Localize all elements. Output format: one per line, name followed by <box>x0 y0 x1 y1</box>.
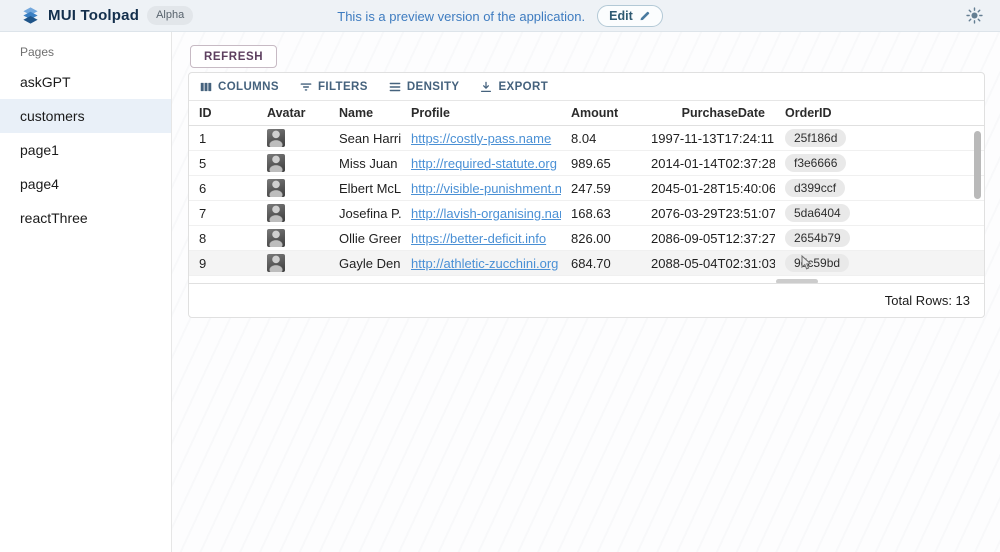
toolpad-logo-icon <box>20 6 40 26</box>
table-row[interactable]: 9 Gayle Den... http://athletic-zucchini.… <box>189 251 984 276</box>
alpha-badge: Alpha <box>147 6 193 25</box>
filters-button[interactable]: FILTERS <box>299 80 368 94</box>
cell-avatar <box>257 254 329 272</box>
profile-link[interactable]: http://athletic-zucchini.org <box>411 256 558 271</box>
edit-button-label: Edit <box>609 9 633 23</box>
cell-avatar <box>257 129 329 147</box>
cell-avatar <box>257 229 329 247</box>
orderid-chip[interactable]: d399ccf <box>785 179 845 197</box>
sidebar-item-customers[interactable]: customers <box>0 99 171 133</box>
cell-amount: 247.59 <box>561 181 641 196</box>
profile-link[interactable]: https://costly-pass.name <box>411 131 551 146</box>
column-header-row: ID Avatar Name Profile Amount PurchaseDa… <box>189 100 984 126</box>
column-header-name[interactable]: Name <box>329 106 401 120</box>
cell-purchasedate: 1997-11-13T17:24:11.769Z <box>641 131 775 146</box>
cell-name: Elbert McL... <box>329 181 401 196</box>
sidebar-item-page4[interactable]: page4 <box>0 167 171 201</box>
orderid-chip[interactable]: 2654b79 <box>785 229 850 247</box>
total-rows-label: Total Rows: 13 <box>885 293 970 308</box>
avatar-image <box>267 229 285 247</box>
vertical-scrollbar[interactable] <box>974 131 981 199</box>
profile-link[interactable]: http://lavish-organising.name <box>411 206 561 221</box>
grid-footer: Total Rows: 13 <box>189 283 984 317</box>
cell-id: 6 <box>189 181 257 196</box>
cell-avatar <box>257 179 329 197</box>
cell-name: Gayle Den... <box>329 256 401 271</box>
columns-button[interactable]: COLUMNS <box>199 80 279 94</box>
refresh-button[interactable]: REFRESH <box>190 45 277 68</box>
cell-id: 8 <box>189 231 257 246</box>
sidebar-item-page1[interactable]: page1 <box>0 133 171 167</box>
cell-id: 9 <box>189 256 257 271</box>
avatar-image <box>267 129 285 147</box>
sidebar-section-label: Pages <box>0 32 171 65</box>
data-grid-toolbar: COLUMNS FILTERS DENSITY EXPORT <box>189 73 984 100</box>
avatar-image <box>267 154 285 172</box>
avatar-image <box>267 179 285 197</box>
cell-amount: 989.65 <box>561 156 641 171</box>
cell-avatar <box>257 204 329 222</box>
orderid-chip[interactable]: 25f186d <box>785 129 846 147</box>
cell-purchasedate: 2088-05-04T02:31:03.294Z <box>641 256 775 271</box>
cell-id: 1 <box>189 131 257 146</box>
cell-amount: 684.70 <box>561 256 641 271</box>
cell-amount: 8.04 <box>561 131 641 146</box>
main-content: REFRESH COLUMNS FILTERS DENSITY <box>172 32 1000 552</box>
cell-id: 7 <box>189 206 257 221</box>
sidebar-item-reactthree[interactable]: reactThree <box>0 201 171 235</box>
column-header-profile[interactable]: Profile <box>401 106 561 120</box>
customers-data-grid: COLUMNS FILTERS DENSITY EXPORT <box>188 72 985 318</box>
sidebar: Pages askGPT customers page1 page4 react… <box>0 32 172 552</box>
table-row[interactable]: 6 Elbert McL... http://visible-punishmen… <box>189 176 984 201</box>
sidebar-item-askgpt[interactable]: askGPT <box>0 65 171 99</box>
column-header-avatar[interactable]: Avatar <box>257 106 329 120</box>
export-button[interactable]: EXPORT <box>479 80 548 94</box>
theme-toggle-sun-icon[interactable] <box>962 4 986 28</box>
cell-amount: 168.63 <box>561 206 641 221</box>
table-row[interactable]: 5 Miss Juan ... http://required-statute.… <box>189 151 984 176</box>
cell-name: Miss Juan ... <box>329 156 401 171</box>
cell-name: Josefina P... <box>329 206 401 221</box>
profile-link[interactable]: http://visible-punishment.net <box>411 181 561 196</box>
cell-id: 5 <box>189 156 257 171</box>
table-row[interactable]: 8 Ollie Green... https://better-deficit.… <box>189 226 984 251</box>
avatar-image <box>267 254 285 272</box>
density-icon <box>388 80 402 94</box>
columns-button-label: COLUMNS <box>218 81 279 93</box>
filters-button-label: FILTERS <box>318 81 368 93</box>
export-button-label: EXPORT <box>498 81 548 93</box>
profile-link[interactable]: http://required-statute.org <box>411 156 557 171</box>
profile-link[interactable]: https://better-deficit.info <box>411 231 546 246</box>
cell-purchasedate: 2086-09-05T12:37:27.015Z <box>641 231 775 246</box>
column-header-id[interactable]: ID <box>189 106 257 120</box>
cell-amount: 826.00 <box>561 231 641 246</box>
cell-purchasedate: 2014-01-14T02:37:28.536Z <box>641 156 775 171</box>
preview-banner-text: This is a preview version of the applica… <box>337 9 585 24</box>
cell-purchasedate: 2076-03-29T23:51:07.968Z <box>641 206 775 221</box>
cell-purchasedate: 2045-01-28T15:40:06.325Z <box>641 181 775 196</box>
orderid-chip[interactable]: f3e6666 <box>785 154 846 172</box>
density-button-label: DENSITY <box>407 81 460 93</box>
column-header-purchasedate[interactable]: PurchaseDate <box>641 106 775 120</box>
column-header-orderid[interactable]: OrderID <box>775 106 984 120</box>
table-row[interactable]: 7 Josefina P... http://lavish-organising… <box>189 201 984 226</box>
download-icon <box>479 80 493 94</box>
edit-button[interactable]: Edit <box>597 5 663 27</box>
density-button[interactable]: DENSITY <box>388 80 460 94</box>
column-header-amount[interactable]: Amount <box>561 106 641 120</box>
cell-name: Sean Harris <box>329 131 401 146</box>
app-header: MUI Toolpad Alpha This is a preview vers… <box>0 0 1000 32</box>
table-row[interactable]: 1 Sean Harris https://costly-pass.name 8… <box>189 126 984 151</box>
filter-icon <box>299 80 313 94</box>
cell-avatar <box>257 154 329 172</box>
orderid-chip[interactable]: 5da6404 <box>785 204 850 222</box>
orderid-chip[interactable]: 9dc59bd <box>785 254 849 272</box>
columns-icon <box>199 80 213 94</box>
cell-name: Ollie Green... <box>329 231 401 246</box>
pencil-icon <box>639 10 651 22</box>
avatar-image <box>267 204 285 222</box>
app-title: MUI Toolpad <box>48 7 139 24</box>
